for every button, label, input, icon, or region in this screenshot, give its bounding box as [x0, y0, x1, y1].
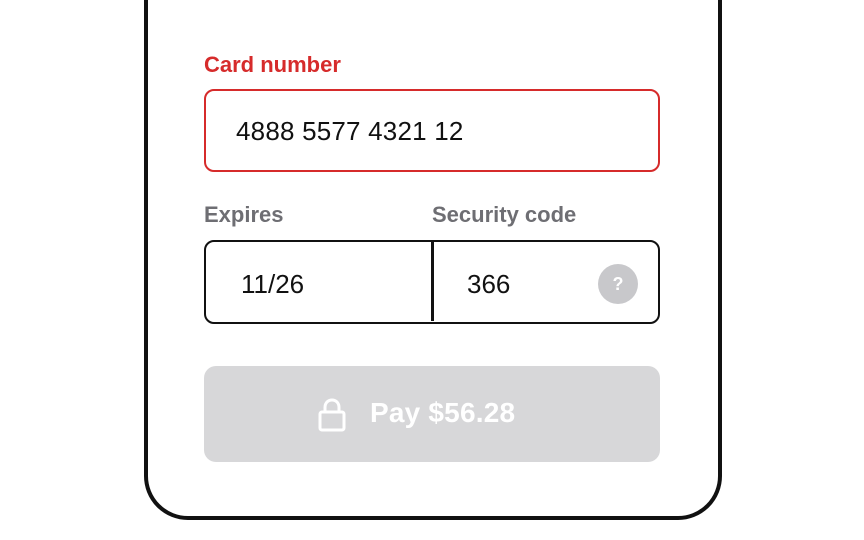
- pay-button-label: Pay $56.28: [370, 397, 516, 428]
- card-number-field[interactable]: 4888 5577 4321 12: [204, 89, 660, 172]
- card-number-value[interactable]: 4888 5577 4321 12: [236, 116, 464, 146]
- field-divider: [431, 242, 434, 321]
- lock-icon: [318, 398, 346, 432]
- help-icon[interactable]: ?: [598, 264, 638, 304]
- pay-button[interactable]: Pay $56.28: [204, 366, 660, 462]
- expiry-security-group: 11/26 366 ?: [204, 240, 660, 324]
- expires-field[interactable]: 11/26: [241, 269, 304, 299]
- expires-label: Expires: [204, 202, 284, 227]
- card-number-label: Card number: [204, 52, 341, 77]
- security-code-label: Security code: [432, 202, 577, 227]
- security-code-field[interactable]: 366: [467, 269, 510, 299]
